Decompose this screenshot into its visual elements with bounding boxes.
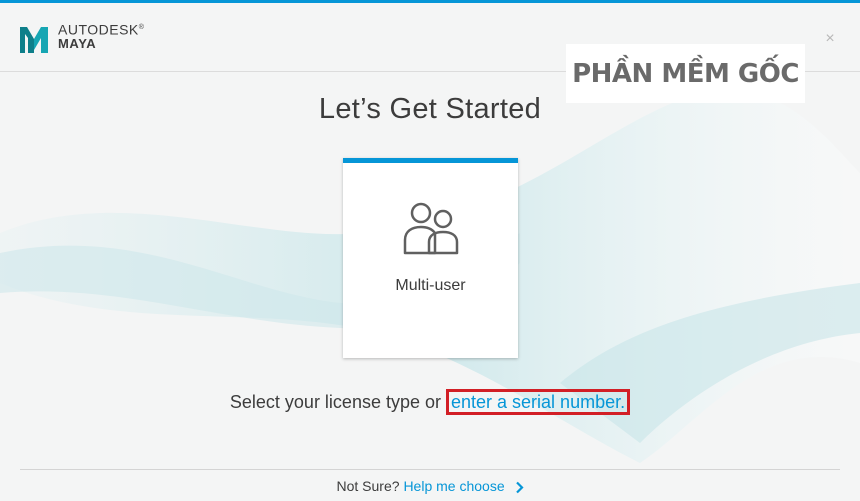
chevron-right-icon[interactable] <box>515 481 524 494</box>
footer: Not Sure? Help me choose <box>0 478 860 494</box>
multi-user-card[interactable]: Multi-user <box>343 158 518 358</box>
help-me-choose-link[interactable]: Help me choose <box>403 478 504 494</box>
multi-user-icon <box>403 202 459 255</box>
watermark-label: PHẦN MỀM GỐC <box>566 44 805 103</box>
brand-maya: MAYA <box>58 35 97 51</box>
not-sure-text: Not Sure? <box>336 478 400 494</box>
maya-logo-icon <box>20 27 48 53</box>
close-icon[interactable]: × <box>822 31 838 47</box>
card-label: Multi-user <box>395 277 466 294</box>
brand-wordmark: AUTODESK® MAYA <box>58 21 144 51</box>
license-prompt: Select your license type or enter a seri… <box>0 389 860 415</box>
serial-number-link[interactable]: enter a serial number. <box>446 389 631 415</box>
footer-divider <box>20 469 840 470</box>
trademark-mark: ® <box>138 24 145 31</box>
prompt-text: Select your license type or <box>229 392 446 412</box>
